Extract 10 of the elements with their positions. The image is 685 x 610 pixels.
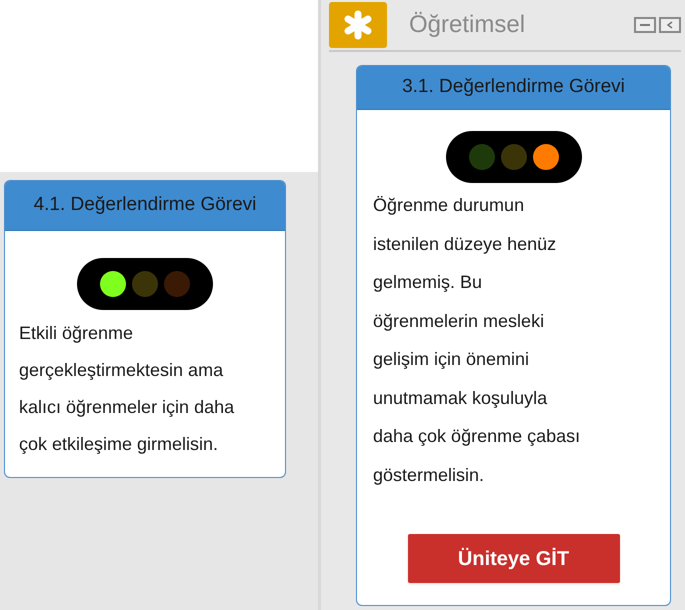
asterisk-icon [329,2,387,48]
card-title: 4.1. Değerlendirme Görevi [5,181,285,231]
go-to-unit-button[interactable]: Üniteye GİT [408,534,620,583]
chevron-left-icon [666,21,674,29]
card-title: 3.1. Değerlendirme Görevi [357,66,670,110]
panel-title: Öğretimsel [409,10,526,40]
minimize-button[interactable] [634,17,656,33]
feedback-text: Öğrenme durumun istenilen düzeye henüz gelmemiş. Bu öğrenmelerin mesleki gelişim için önemini unutmamak koşuluyla daha çok öğrenme çabası göstermelisin. [373,194,582,487]
collapse-button[interactable] [659,17,681,33]
feedback-text: Etkili öğrenme gerçekleştirmektesin ama kalıcı öğrenmeler için daha çok etkileşime girmelisin. [19,322,236,456]
